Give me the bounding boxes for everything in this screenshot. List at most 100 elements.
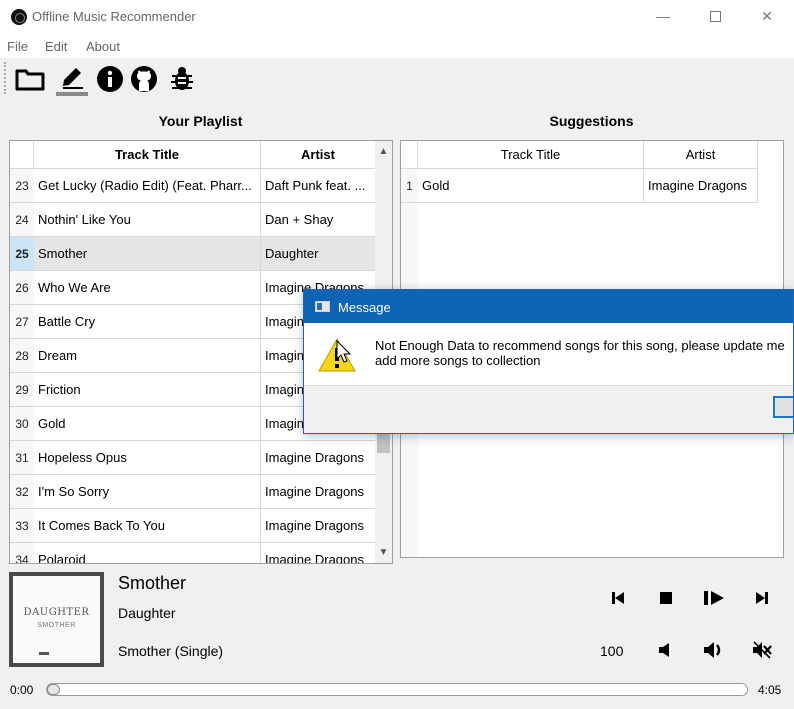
row-number[interactable]: 25 bbox=[10, 237, 34, 270]
info-button[interactable] bbox=[94, 62, 126, 96]
track-title-cell[interactable]: It Comes Back To You bbox=[34, 509, 261, 542]
play-pause-button[interactable] bbox=[699, 584, 729, 612]
row-number[interactable]: 34 bbox=[10, 543, 34, 563]
track-title-cell[interactable]: Gold bbox=[418, 169, 644, 202]
playlist-row[interactable]: 34 Polaroid Imagine Dragons bbox=[10, 543, 377, 563]
scroll-up-icon[interactable]: ▲ bbox=[375, 143, 392, 160]
minimize-icon: — bbox=[656, 8, 670, 24]
row-number[interactable]: 28 bbox=[10, 339, 34, 372]
artist-cell[interactable]: Dan + Shay bbox=[261, 203, 377, 236]
row-number[interactable]: 33 bbox=[10, 509, 34, 542]
seek-handle[interactable] bbox=[47, 684, 60, 695]
maximize-button[interactable] bbox=[692, 0, 738, 32]
row-number[interactable]: 24 bbox=[10, 203, 34, 236]
column-header-track-title[interactable]: Track Title bbox=[34, 141, 261, 169]
stop-button[interactable] bbox=[651, 584, 681, 612]
menu-about[interactable]: About bbox=[86, 39, 120, 54]
next-button[interactable] bbox=[747, 584, 777, 612]
track-title-cell[interactable]: Hopeless Opus bbox=[34, 441, 261, 474]
playlist-row[interactable]: 25 Smother Daughter bbox=[10, 237, 377, 271]
dialog-ok-button[interactable] bbox=[773, 396, 793, 418]
track-title-cell[interactable]: Friction bbox=[34, 373, 261, 406]
github-button[interactable] bbox=[128, 62, 160, 96]
info-icon bbox=[97, 66, 123, 92]
artist-cell[interactable]: Imagine Dragons bbox=[261, 441, 377, 474]
artist-cell[interactable]: Daughter bbox=[261, 237, 377, 270]
mute-button[interactable] bbox=[747, 636, 777, 664]
volume-level: 100 bbox=[600, 643, 624, 659]
suggestion-row[interactable]: 1 Gold Imagine Dragons bbox=[401, 169, 758, 203]
window-title: Offline Music Recommender bbox=[32, 9, 196, 24]
scrollbar-thumb[interactable] bbox=[377, 431, 390, 453]
playlist-row[interactable]: 31 Hopeless Opus Imagine Dragons bbox=[10, 441, 377, 475]
toolbar-grip[interactable] bbox=[4, 62, 8, 94]
row-number-header bbox=[10, 141, 34, 169]
volume-low-icon bbox=[659, 643, 669, 657]
minimize-button[interactable]: — bbox=[640, 0, 686, 32]
playlist-row[interactable]: 23 Get Lucky (Radio Edit) (Feat. Pharr...… bbox=[10, 169, 377, 203]
playlist-row[interactable]: 24 Nothin' Like You Dan + Shay bbox=[10, 203, 377, 237]
row-number[interactable]: 29 bbox=[10, 373, 34, 406]
play-pause-icon bbox=[704, 591, 724, 605]
now-playing-title: Smother bbox=[118, 573, 187, 593]
row-number[interactable]: 27 bbox=[10, 305, 34, 338]
now-playing-album: Smother (Single) bbox=[118, 643, 224, 659]
column-header-track-title[interactable]: Track Title bbox=[418, 141, 644, 169]
app-logo-icon bbox=[11, 9, 27, 25]
artist-cell[interactable]: Imagine Dragons bbox=[261, 475, 377, 508]
skip-previous-icon bbox=[612, 592, 624, 604]
album-art-title: SMOTHER bbox=[37, 622, 76, 629]
track-title-cell[interactable]: Nothin' Like You bbox=[34, 203, 261, 236]
artist-cell[interactable]: Imagine Dragons bbox=[644, 169, 758, 202]
row-number[interactable]: 30 bbox=[10, 407, 34, 440]
menu-file[interactable]: File bbox=[7, 39, 28, 54]
seek-slider[interactable] bbox=[46, 683, 748, 696]
volume-high-icon bbox=[704, 642, 721, 658]
dialog-titlebar[interactable]: Message bbox=[304, 290, 793, 323]
row-number[interactable]: 31 bbox=[10, 441, 34, 474]
row-number[interactable]: 23 bbox=[10, 169, 34, 202]
close-button[interactable]: ✕ bbox=[744, 0, 790, 32]
previous-button[interactable] bbox=[603, 584, 633, 612]
row-number[interactable]: 32 bbox=[10, 475, 34, 508]
track-title-cell[interactable]: Smother bbox=[34, 237, 261, 270]
artist-cell[interactable]: Imagine Dragons bbox=[261, 509, 377, 542]
dialog-message-line-2: add more songs to collection bbox=[375, 353, 541, 368]
message-dialog: Message Not Enough Data to recommend son… bbox=[303, 289, 794, 434]
artist-cell[interactable]: Imagine Dragons bbox=[261, 543, 377, 563]
playlist-row[interactable]: 33 It Comes Back To You Imagine Dragons bbox=[10, 509, 377, 543]
track-title-cell[interactable]: Polaroid bbox=[34, 543, 261, 563]
menu-bar: File Edit About bbox=[0, 34, 794, 58]
track-title-cell[interactable]: Who We Are bbox=[34, 271, 261, 304]
track-title-cell[interactable]: I'm So Sorry bbox=[34, 475, 261, 508]
track-title-cell[interactable]: Battle Cry bbox=[34, 305, 261, 338]
menu-edit[interactable]: Edit bbox=[45, 39, 67, 54]
folder-icon bbox=[15, 69, 45, 91]
track-title-cell[interactable]: Get Lucky (Radio Edit) (Feat. Pharr... bbox=[34, 169, 261, 202]
dialog-footer bbox=[304, 385, 793, 433]
dialog-title: Message bbox=[338, 300, 391, 315]
track-title-cell[interactable]: Dream bbox=[34, 339, 261, 372]
open-folder-button[interactable] bbox=[14, 62, 46, 96]
column-header-artist[interactable]: Artist bbox=[261, 141, 376, 169]
column-header-artist[interactable]: Artist bbox=[644, 141, 758, 169]
edit-button[interactable] bbox=[56, 62, 88, 96]
scroll-down-icon[interactable]: ▼ bbox=[375, 544, 392, 561]
artist-cell[interactable]: Daft Punk feat. ... bbox=[261, 169, 377, 202]
toolbar bbox=[0, 58, 794, 102]
album-art: DAUGHTER SMOTHER bbox=[9, 572, 104, 667]
playlist-row[interactable]: 32 I'm So Sorry Imagine Dragons bbox=[10, 475, 377, 509]
volume-up-button[interactable] bbox=[699, 636, 729, 664]
bug-icon bbox=[171, 67, 193, 90]
row-number[interactable]: 26 bbox=[10, 271, 34, 304]
track-title-cell[interactable]: Gold bbox=[34, 407, 261, 440]
mute-icon bbox=[753, 641, 772, 659]
close-icon: ✕ bbox=[761, 7, 773, 24]
row-number[interactable]: 1 bbox=[401, 169, 418, 202]
volume-down-button[interactable] bbox=[651, 636, 681, 664]
edit-icon bbox=[63, 68, 83, 89]
current-time: 0:00 bbox=[10, 683, 34, 697]
window-titlebar: Offline Music Recommender — ✕ bbox=[0, 0, 794, 34]
bug-report-button[interactable] bbox=[166, 62, 198, 96]
suggestions-header: Suggestions bbox=[549, 113, 634, 129]
